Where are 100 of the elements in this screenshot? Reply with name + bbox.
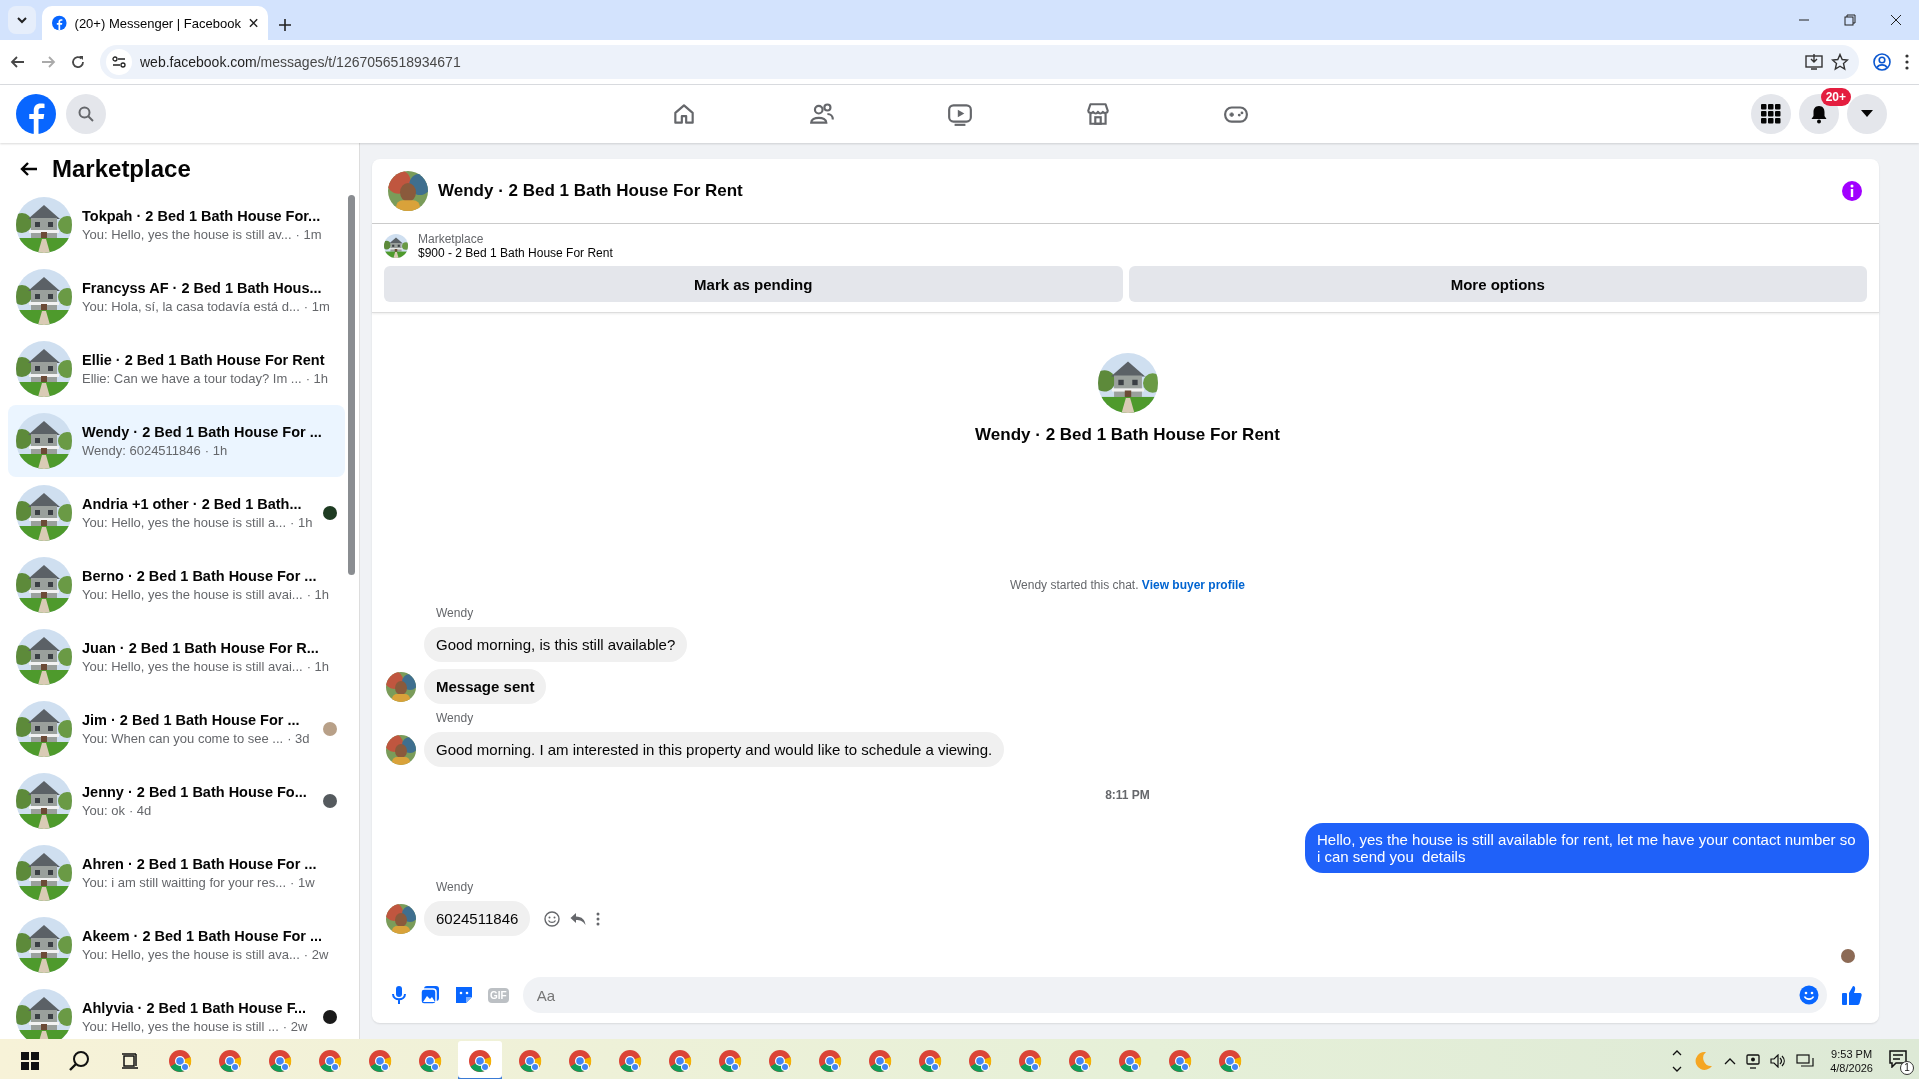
conversation-item[interactable]: Tokpah · 2 Bed 1 Bath House For... You: Hello, yes the house is still av... · 1m <box>8 189 345 261</box>
message-time: · 1m <box>295 227 322 242</box>
grid-icon <box>1761 104 1781 124</box>
conversation-item[interactable]: Akeem · 2 Bed 1 Bath House For ... You: Hello, yes the house is still ava... · 2w <box>8 909 345 981</box>
conversation-title: Tokpah · 2 Bed 1 Bath House For... <box>82 208 322 224</box>
conversation-title: Jim · 2 Bed 1 Bath House For ... <box>82 712 301 728</box>
facebook-logo[interactable] <box>16 94 56 134</box>
browser-icon <box>618 1048 642 1073</box>
browser-icon <box>168 1048 192 1073</box>
browser-icon <box>1218 1048 1242 1073</box>
message-preview: You: Hello, yes the house is still avai... <box>82 587 303 602</box>
message-preview: You: Hola, sí, la casa todavía está d... <box>82 299 300 314</box>
notification-center-button[interactable]: 1 <box>1889 1049 1911 1072</box>
close-icon[interactable] <box>1890 14 1902 26</box>
browser-icon <box>468 1048 492 1073</box>
conversation-title: Ahren · 2 Bed 1 Bath House For ... <box>82 856 318 872</box>
network-icon[interactable] <box>1796 1053 1815 1068</box>
bell-icon <box>1809 104 1829 124</box>
emoji-icon[interactable] <box>1799 985 1819 1005</box>
browser-icon <box>668 1048 692 1073</box>
more-icon[interactable] <box>596 911 601 926</box>
reload-icon[interactable] <box>70 54 86 70</box>
facebook-icon <box>52 15 67 31</box>
address-bar[interactable]: web.facebook.com/messages/t/1267056518934671 <box>100 45 1859 79</box>
tab-title: (20+) Messenger | Facebook <box>74 15 241 31</box>
action-button[interactable]: Mark as pending <box>384 266 1123 302</box>
message-time: · 1w <box>290 875 315 890</box>
browser-icon <box>968 1048 992 1073</box>
conversation-item[interactable]: Ellie · 2 Bed 1 Bath House For Rent Ellie: Can we have a tour today? Im ... · 1h <box>8 333 345 405</box>
sender-name: Wendy <box>435 711 475 725</box>
sender-name: Wendy <box>435 606 475 620</box>
listing-name[interactable]: $900 - 2 Bed 1 Bath House For Rent <box>418 246 613 260</box>
star-icon[interactable] <box>1831 53 1849 71</box>
tab-list-button[interactable] <box>8 6 36 34</box>
conversation-title: Berno · 2 Bed 1 Bath House For ... <box>82 568 318 584</box>
sender-name: Wendy <box>435 880 475 894</box>
menu-icon[interactable] <box>1905 54 1909 70</box>
browser-tab[interactable]: (20+) Messenger | Facebook <box>42 6 268 40</box>
message-preview: You: Hello, yes the house is still av... <box>82 227 292 242</box>
back-icon[interactable] <box>20 161 38 177</box>
conversation-item[interactable]: Jenny · 2 Bed 1 Bath House Fo... You: ok · 4d <box>8 765 345 837</box>
browser-icon <box>318 1048 342 1073</box>
clock-date[interactable]: 4/8/2026 <box>1830 1061 1873 1074</box>
install-app-icon[interactable] <box>1805 53 1823 71</box>
reply-icon[interactable] <box>570 911 587 926</box>
message-time: · 1h <box>306 659 330 674</box>
restore-icon[interactable] <box>1844 14 1856 26</box>
conversation-item[interactable]: Berno · 2 Bed 1 Bath House For ... You: Hello, yes the house is still avai... · 1h <box>8 549 345 621</box>
conversation-item[interactable]: Ahren · 2 Bed 1 Bath House For ... You: i am still waitting for your res... · 1w <box>8 837 345 909</box>
browser-icon <box>1168 1048 1192 1073</box>
scrollbar[interactable] <box>348 195 355 575</box>
browser-icon <box>768 1048 792 1073</box>
conversation-item[interactable]: Juan · 2 Bed 1 Bath House For R... You: Hello, yes the house is still avai... · 1h <box>8 621 345 693</box>
browser-icon <box>1018 1048 1042 1073</box>
profile-icon[interactable] <box>1873 53 1891 71</box>
notification-badge: 20+ <box>1820 88 1851 106</box>
clock-time[interactable]: 9:53 PM <box>1831 1047 1873 1060</box>
message-preview: You: Hello, yes the house is still ... <box>82 1019 279 1034</box>
photo-icon[interactable] <box>420 985 440 1005</box>
account-button[interactable] <box>1847 94 1887 134</box>
incoming-message: Good morning. I am interested in this property and would like to schedule a viewing. <box>424 732 1005 767</box>
browser-icon <box>418 1048 442 1073</box>
chevron-up-icon[interactable] <box>1724 1056 1737 1065</box>
back-icon[interactable] <box>10 54 26 70</box>
sticker-icon[interactable] <box>454 985 474 1005</box>
thumbs-up-icon[interactable] <box>1841 984 1863 1006</box>
message-field[interactable]: Aa <box>522 977 1827 1013</box>
speaker-icon[interactable] <box>1770 1053 1787 1068</box>
browser-icon <box>368 1048 392 1073</box>
new-tab-icon[interactable] <box>278 18 292 32</box>
microphone-icon[interactable] <box>392 985 406 1005</box>
conversation-item[interactable]: Francyss AF · 2 Bed 1 Bath Hous... You: Hola, sí, la casa todavía está d... · 1m <box>8 261 345 333</box>
browser-icon <box>1068 1048 1092 1073</box>
incoming-message: Message sent <box>424 669 547 704</box>
taskbar-app[interactable] <box>458 1040 502 1079</box>
conversation-title: Juan · 2 Bed 1 Bath House For R... <box>82 640 320 656</box>
message-input[interactable]: Aa <box>534 985 1799 1005</box>
site-settings-icon[interactable] <box>112 55 126 69</box>
chat-intro-title: Wendy · 2 Bed 1 Bath House For Rent <box>975 425 1280 445</box>
message-preview: Wendy: 6024511846 <box>82 443 201 458</box>
conversation-item[interactable]: Andria +1 other · 2 Bed 1 Bath... You: Hello, yes the house is still a... · 1h <box>8 477 345 549</box>
buyer-profile-link[interactable]: View buyer profile <box>1141 578 1245 592</box>
info-icon[interactable] <box>1841 180 1863 202</box>
message-preview: You: Hello, yes the house is still avai... <box>82 659 303 674</box>
smiley-icon[interactable] <box>544 910 561 927</box>
conversation-title: Francyss AF · 2 Bed 1 Bath Hous... <box>82 280 323 296</box>
video-icon <box>946 101 973 127</box>
seen-avatar <box>1841 949 1855 963</box>
action-button[interactable]: More options <box>1128 266 1867 302</box>
conversation-title: Ellie · 2 Bed 1 Bath House For Rent <box>82 352 326 368</box>
close-icon[interactable] <box>248 18 258 28</box>
conversation-title: Andria +1 other · 2 Bed 1 Bath... <box>82 496 303 512</box>
message-time: · 1h <box>305 371 329 386</box>
conversation-item[interactable]: Wendy · 2 Bed 1 Bath House For ... Wendy: 6024511846 · 1h <box>8 405 345 477</box>
incoming-message: Good morning, is this still available? <box>424 627 688 662</box>
menu-button[interactable] <box>1751 94 1791 134</box>
conversation-item[interactable]: Jim · 2 Bed 1 Bath House For ... You: When can you come to see ... · 3d <box>8 693 345 765</box>
conversation-title: Wendy · 2 Bed 1 Bath House For ... <box>82 424 323 440</box>
camera-icon[interactable] <box>1746 1052 1761 1069</box>
browser-icon <box>268 1048 292 1073</box>
